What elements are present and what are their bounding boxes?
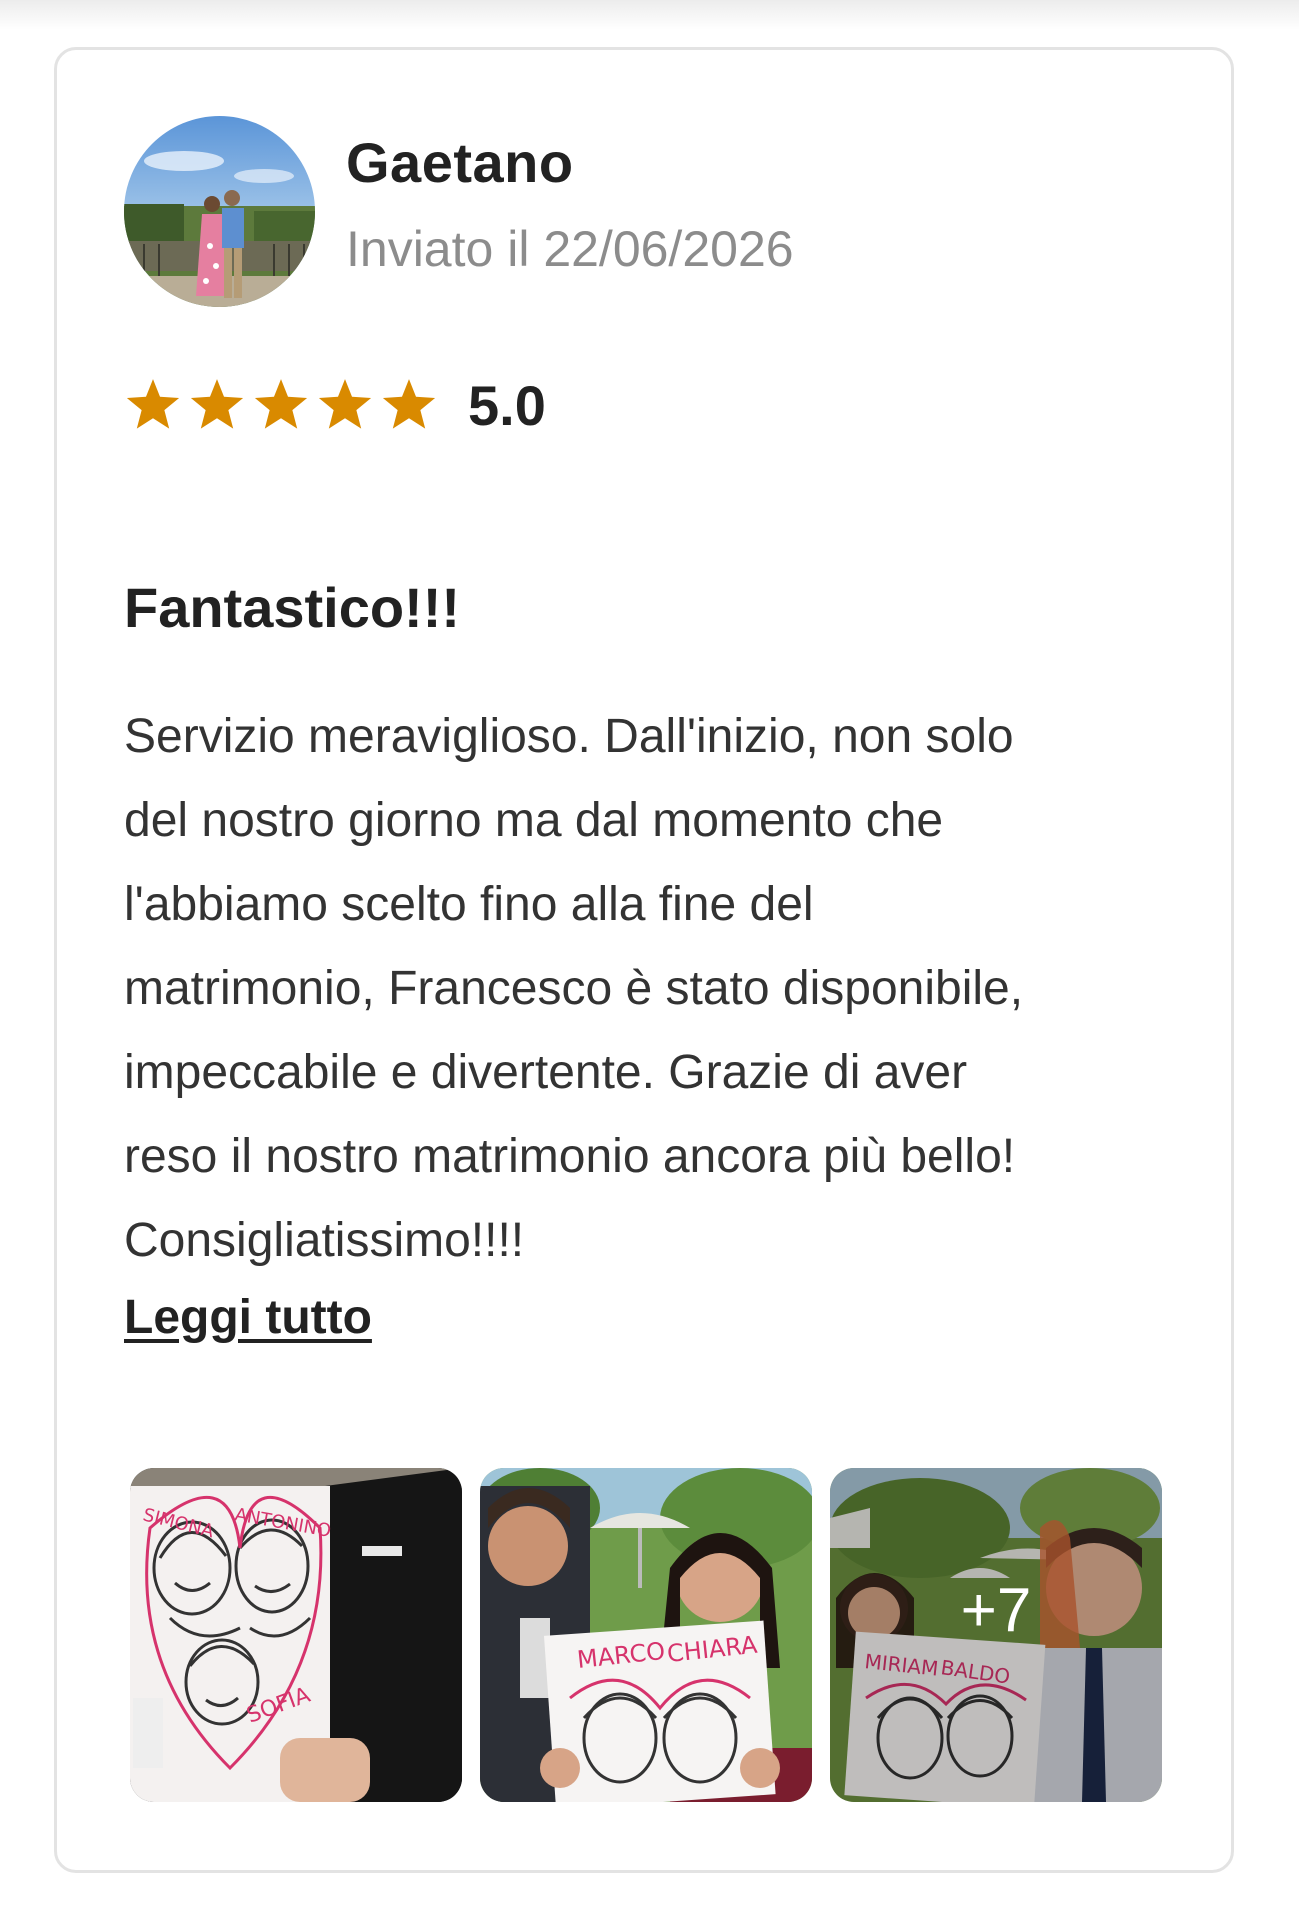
review-title: Fantastico!!!	[124, 576, 460, 639]
star-icon	[252, 377, 310, 433]
review-body-line: del nostro giorno ma dal momento che	[124, 794, 944, 847]
star-icon	[316, 377, 374, 433]
review-photo-2[interactable]: MARCO CHIARA	[480, 1468, 812, 1802]
review-card: Gaetano Inviato il 22/06/2026 5.0 Fantas…	[54, 47, 1234, 1873]
photo-gallery: SIMONA ANTONINO SOFIA MARCO CHIARA MIRIA…	[130, 1468, 1162, 1802]
review-body-line: Servizio meraviglioso. Dall'inizio, non …	[124, 710, 1014, 763]
star-icon	[380, 377, 438, 433]
star-icon	[124, 377, 182, 433]
review-body-line: reso il nostro matrimonio ancora più bel…	[124, 1130, 1016, 1183]
reviewer-name: Gaetano	[346, 131, 574, 194]
review-body-line: Consigliatissimo!!!!	[124, 1214, 525, 1267]
star-icon	[188, 377, 246, 433]
review-body-line: matrimonio, Francesco è stato disponibil…	[124, 962, 1024, 1015]
review-body-line: impeccabile e divertente. Grazie di aver	[124, 1046, 968, 1099]
review-photo-3[interactable]: MIRIAM BALDO +7	[830, 1468, 1162, 1802]
review-body: Servizio meraviglioso. Dall'inizio, non …	[124, 695, 1184, 1283]
top-shade	[0, 0, 1299, 30]
star-rating	[124, 377, 438, 433]
review-date: Inviato il 22/06/2026	[346, 221, 794, 277]
review-photo-1[interactable]: SIMONA ANTONINO SOFIA	[130, 1468, 462, 1802]
rating-score: 5.0	[468, 373, 546, 437]
more-photos-badge[interactable]: +7	[830, 1468, 1162, 1802]
rating: 5.0	[124, 370, 546, 440]
review-body-line: l'abbiamo scelto fino alla fine del	[124, 878, 814, 931]
read-more-link[interactable]: Leggi tutto	[124, 1290, 372, 1345]
avatar[interactable]	[124, 116, 315, 307]
